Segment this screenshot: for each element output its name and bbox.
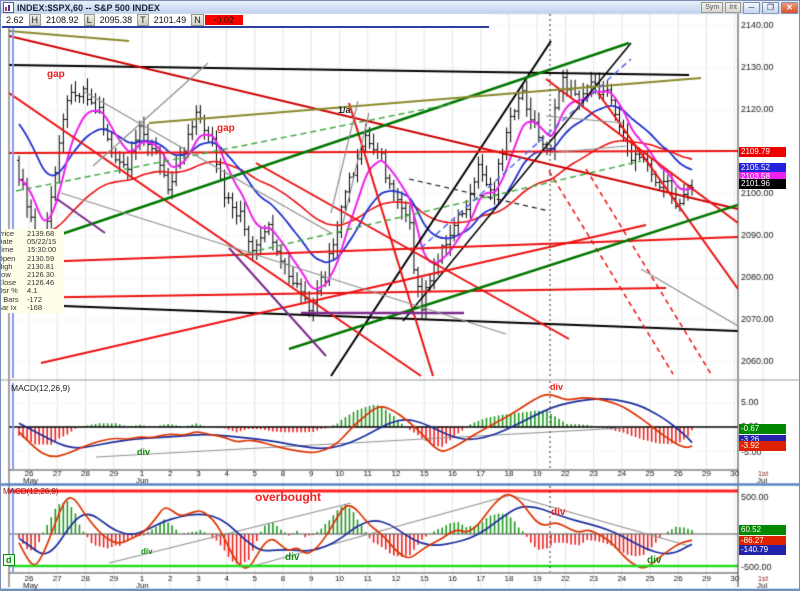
data-window-panel: Price2139.68Date05/22/15Time15:30:00Open…: [1, 229, 64, 313]
quote-field-value: 2108.92: [46, 15, 79, 25]
quote-field-value: 2101.49: [153, 15, 187, 25]
info-label: Bar Ix: [1, 302, 17, 312]
annotation-div: div: [551, 507, 566, 518]
quote-field-value: 2095.38: [99, 15, 133, 25]
quote-bar: 2.62 H 2108.92 L 2095.38 T 2101.49 N -0.02: [2, 14, 489, 28]
annotation-gap: gap: [217, 123, 235, 134]
info-row: Bar Ix -168: [1, 302, 64, 312]
price-last-value-label: 2109.79: [739, 147, 786, 157]
annotation-1a: 1/a: [338, 105, 351, 115]
oscillator-panel-label: MACD(12,26,9): [3, 487, 59, 496]
annotation-overbought: overbought: [255, 490, 321, 504]
annotation-div: div: [137, 447, 151, 457]
chart-window: INDEX:$SPX,60 -- S&P 500 INDEX Sym Int ─…: [0, 0, 800, 591]
quote-field-label: H: [28, 14, 42, 26]
annotation-div: div: [141, 547, 153, 556]
macd-panel-label: MACD(12,26,9): [11, 383, 71, 393]
quote-field-label: T: [137, 14, 149, 26]
oscillator-last-value-label: 60.52: [739, 525, 786, 535]
quote-field-label: N: [191, 14, 204, 26]
quote-field-value: 2.62: [6, 15, 24, 25]
annotation-d: d: [3, 554, 15, 566]
info-value: -168: [27, 302, 43, 312]
annotation-div: div: [550, 382, 564, 392]
quote-field-value: -0.02: [204, 15, 243, 25]
price-last-value-label: 2101.96: [739, 179, 786, 189]
macd-last-value-label: -0.67: [739, 424, 786, 434]
macd-last-value-label: -3.92: [739, 441, 786, 451]
annotation-gap: gap: [47, 69, 65, 80]
chart-canvas[interactable]: [1, 1, 799, 590]
quote-field-label: L: [83, 14, 95, 26]
annotation-div: div: [647, 555, 662, 566]
oscillator-last-value-label: -140.79: [739, 545, 786, 555]
annotation-div: div: [285, 552, 300, 563]
